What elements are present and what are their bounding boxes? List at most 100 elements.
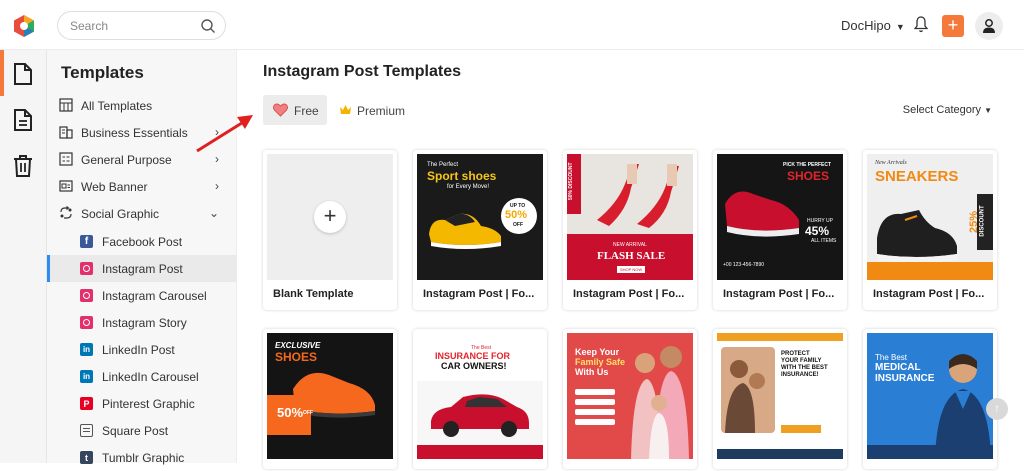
template-card[interactable]: Keep Your Family Safe With Us	[563, 329, 697, 469]
thumb-text: The Best	[875, 353, 908, 362]
template-thumbnail: 50% DISCOUNT NEW ARRIVAL FLASH SALE SHOP…	[567, 154, 693, 280]
rail-active-indicator	[0, 50, 4, 96]
chevron-right-icon: ›	[215, 179, 219, 193]
thumb-text: 50%	[505, 209, 528, 221]
template-card-blank[interactable]: + Blank Template	[263, 150, 397, 310]
red-arrow-pointer	[196, 115, 253, 153]
sidebar-item-tumblr-graphic[interactable]: t Tumblr Graphic	[47, 444, 237, 471]
template-card[interactable]: The Best INSURANCE FOR CAR OWNERS!	[413, 329, 547, 469]
icon-rail	[0, 50, 47, 463]
card-caption: Instagram Post | Fo...	[573, 288, 685, 300]
sidebar-item-label: Social Graphic	[81, 207, 160, 221]
search-input[interactable]: Search	[57, 11, 226, 40]
template-card[interactable]: 50% DISCOUNT NEW ARRIVAL FLASH SALE SHOP…	[563, 150, 697, 310]
sidebar-item-square-post[interactable]: Square Post	[47, 417, 237, 444]
template-card[interactable]: The Perfect Sport shoes for Every Move! …	[413, 150, 547, 310]
thumb-text: ALL ITEMS	[811, 238, 837, 244]
template-thumbnail: Keep Your Family Safe With Us	[567, 333, 693, 459]
templates-icon[interactable]	[12, 62, 34, 91]
documents-icon[interactable]	[12, 108, 34, 137]
sneaker-illustration	[877, 210, 957, 263]
workspace-name: DocHipo	[841, 18, 891, 33]
thumb-text: 25%	[968, 210, 981, 234]
chevron-down-icon: ▼	[984, 106, 992, 115]
template-thumbnail: PROTECT YOUR FAMILY WITH THE BEST INSURA…	[717, 333, 843, 459]
select-category-dropdown[interactable]: Select Category ▼	[903, 104, 992, 116]
family-photo	[721, 347, 775, 433]
thumb-text: Sport shoes	[427, 169, 497, 183]
building-icon	[59, 126, 73, 139]
card-caption: Instagram Post | Fo...	[423, 288, 535, 300]
sidebar-item-instagram-story[interactable]: Instagram Story	[47, 309, 237, 336]
facebook-icon: f	[80, 235, 93, 248]
shoe-illustration	[725, 191, 799, 237]
instagram-icon	[80, 316, 93, 329]
linkedin-icon: in	[80, 343, 93, 356]
orange-footer	[867, 262, 993, 280]
user-icon	[983, 19, 995, 33]
square-icon	[80, 424, 93, 437]
sidebar-item-facebook-post[interactable]: f Facebook Post	[47, 228, 237, 255]
sidebar-item-linkedin-post[interactable]: in LinkedIn Post	[47, 336, 237, 363]
thumb-text: 50% DISCOUNT	[568, 162, 574, 200]
thumb-text: 50%	[277, 405, 304, 420]
sidebar-item-linkedin-carousel[interactable]: in LinkedIn Carousel	[47, 363, 237, 390]
template-thumbnail: The Best MEDICAL INSURANCE	[867, 333, 993, 459]
template-card[interactable]: The Best MEDICAL INSURANCE	[863, 329, 997, 469]
sidebar-item-label: LinkedIn Carousel	[102, 370, 199, 384]
search-icon[interactable]	[200, 18, 216, 34]
sidebar-item-label: All Templates	[81, 99, 153, 113]
instagram-icon	[80, 289, 93, 302]
chevron-down-icon: ⌄	[208, 206, 219, 220]
blank-thumbnail: +	[267, 154, 393, 280]
template-thumbnail: New Arrivals SNEAKERS 25% DISCOUNT	[867, 154, 993, 280]
thumb-text: PICK THE PERFECT	[783, 162, 832, 168]
sidebar-item-label: Square Post	[102, 424, 169, 438]
tab-free[interactable]: Free	[263, 95, 327, 125]
sidebar-item-label: Instagram Carousel	[102, 289, 207, 303]
sidebar-item-web-banner[interactable]: Web Banner ›	[47, 173, 237, 200]
grid-icon	[59, 98, 73, 112]
sidebar-item-social-graphic[interactable]: Social Graphic ⌄	[47, 200, 237, 227]
thumb-text: FLASH SALE	[597, 250, 666, 262]
thumb-text: INSURANCE!	[781, 372, 819, 378]
sidebar-item-instagram-carousel[interactable]: Instagram Carousel	[47, 282, 237, 309]
sidebar-item-pinterest-graphic[interactable]: P Pinterest Graphic	[47, 390, 237, 417]
thumb-text: CAR OWNERS!	[441, 361, 507, 371]
thumb-text: Keep Your	[575, 347, 620, 357]
card-caption: Instagram Post | Fo...	[723, 288, 835, 300]
template-card[interactable]: PICK THE PERFECT SHOES HURRY UP 45% ALL …	[713, 150, 847, 310]
workspace-dropdown[interactable]: DocHipo ▼	[841, 18, 905, 33]
avatar[interactable]	[975, 12, 1003, 40]
family-photo	[631, 346, 689, 459]
create-button[interactable]: +	[942, 15, 964, 37]
navy-footer	[717, 449, 843, 459]
sidebar-item-instagram-post[interactable]: Instagram Post	[47, 255, 237, 282]
thumb-text: PROTECT	[781, 351, 810, 357]
crown-icon	[340, 105, 351, 114]
thumb-text: WITH THE BEST	[781, 365, 828, 371]
thumb-text: With Us	[575, 367, 609, 377]
scroll-to-top-button[interactable]: ↑	[986, 398, 1008, 420]
thumb-text: Family Safe	[575, 357, 626, 367]
top-stripe	[717, 333, 843, 341]
sidebar-item-label: Facebook Post	[102, 235, 183, 249]
instagram-icon	[80, 262, 93, 275]
list-bar	[575, 409, 615, 415]
plus-icon[interactable]: +	[314, 201, 346, 233]
list-icon	[59, 152, 73, 166]
template-card[interactable]: EXCLUSIVE SHOES 50% OFF	[263, 329, 397, 469]
thumb-text: MEDICAL	[875, 362, 921, 373]
pinterest-icon: P	[80, 397, 93, 410]
template-card[interactable]: PROTECT YOUR FAMILY WITH THE BEST INSURA…	[713, 329, 847, 469]
template-thumbnail: The Best INSURANCE FOR CAR OWNERS!	[417, 333, 543, 459]
template-thumbnail: The Perfect Sport shoes for Every Move! …	[417, 154, 543, 280]
banner-icon	[59, 180, 73, 192]
thumb-text: OFF	[303, 410, 313, 416]
thumb-text: INSURANCE FOR	[435, 351, 511, 361]
template-card[interactable]: New Arrivals SNEAKERS 25% DISCOUNT Insta…	[863, 150, 997, 310]
tab-free-label: Free	[294, 104, 319, 118]
bell-icon[interactable]	[913, 16, 929, 38]
trash-icon[interactable]	[12, 154, 34, 183]
dochipo-logo[interactable]	[12, 14, 36, 38]
